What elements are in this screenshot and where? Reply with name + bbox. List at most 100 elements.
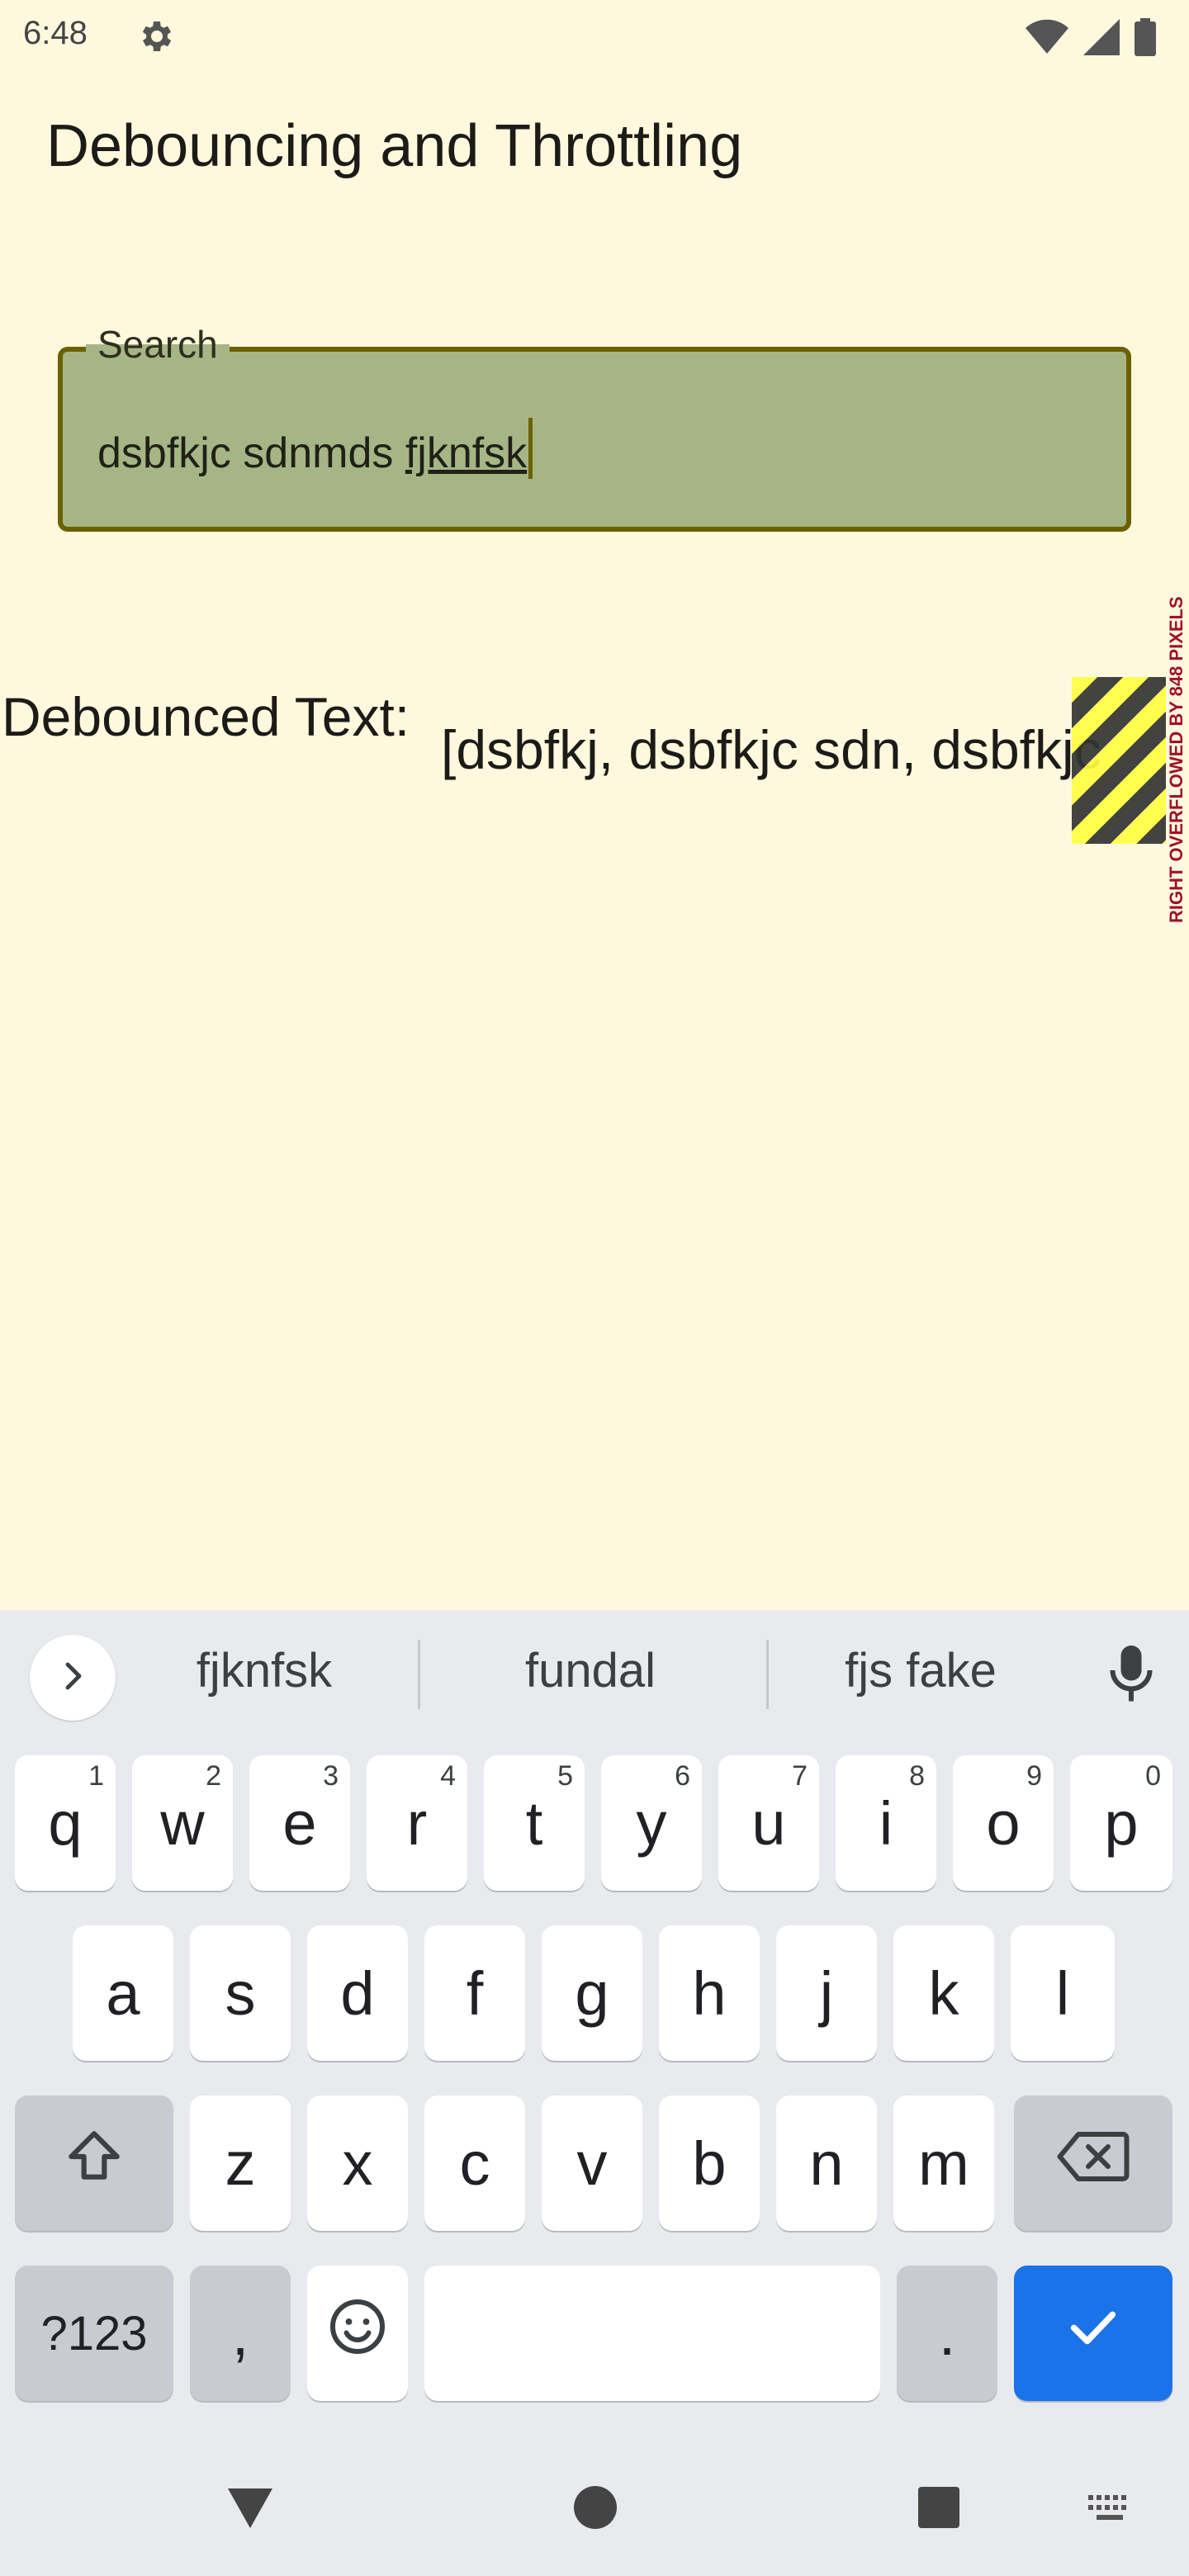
- shift-key[interactable]: [15, 2095, 173, 2231]
- key-w[interactable]: w2: [132, 1755, 233, 1891]
- overflow-warning-text: RIGHT OVERFLOWED BY 848 PIXELS: [1166, 596, 1187, 923]
- search-label: Search: [86, 322, 230, 367]
- key-hint: 0: [1145, 1760, 1161, 1792]
- status-icons: [1026, 18, 1156, 60]
- period-key[interactable]: .: [897, 2266, 997, 2401]
- key-hint: 7: [792, 1760, 808, 1792]
- suggestion-2[interactable]: fundal: [479, 1643, 702, 1698]
- key-label: d: [340, 1958, 375, 2028]
- key-label: v: [576, 2129, 608, 2198]
- expand-suggestions-button[interactable]: [30, 1635, 116, 1721]
- search-input[interactable]: Search dsbfkjc sdnmds fjknfsk: [58, 322, 1131, 532]
- key-r[interactable]: r4: [367, 1755, 467, 1891]
- gear-icon: [135, 17, 175, 56]
- suggestion-3[interactable]: fjs fake: [809, 1643, 1032, 1698]
- key-label: f: [466, 1958, 484, 2028]
- key-label: n: [809, 2129, 844, 2198]
- space-bar[interactable]: [424, 2266, 880, 2401]
- back-icon[interactable]: [225, 2485, 276, 2536]
- key-o[interactable]: o9: [953, 1755, 1054, 1891]
- text-caret: [528, 418, 533, 479]
- key-label: w: [160, 1788, 205, 1858]
- chevron-right-icon: [56, 1660, 89, 1697]
- key-u[interactable]: u7: [718, 1755, 819, 1891]
- key-label: i: [879, 1788, 893, 1858]
- status-bar: 6:48: [0, 0, 1189, 74]
- key-label: s: [225, 1958, 256, 2028]
- key-j[interactable]: j: [776, 1925, 877, 2061]
- key-label: x: [342, 2129, 373, 2198]
- key-hint: 6: [675, 1760, 690, 1792]
- key-label: m: [918, 2129, 969, 2198]
- key-l[interactable]: l: [1011, 1925, 1115, 2061]
- key-n[interactable]: n: [776, 2095, 877, 2231]
- debounced-label: Debounced Text:: [2, 686, 410, 747]
- key-label: q: [48, 1788, 83, 1858]
- symbols-key[interactable]: ?123: [15, 2266, 173, 2401]
- key-label: l: [1055, 1958, 1070, 2028]
- cell-signal-icon: [1083, 19, 1120, 59]
- key-z[interactable]: z: [190, 2095, 291, 2231]
- key-label: p: [1104, 1788, 1139, 1858]
- search-input-text[interactable]: dsbfkjc sdnmds fjknfsk: [97, 418, 533, 479]
- key-c[interactable]: c: [424, 2095, 525, 2231]
- key-hint: 5: [557, 1760, 573, 1792]
- key-hint: 2: [206, 1760, 221, 1792]
- key-b[interactable]: b: [659, 2095, 760, 2231]
- key-q[interactable]: q1: [15, 1755, 116, 1891]
- key-k[interactable]: k: [893, 1925, 994, 2061]
- key-hint: 9: [1026, 1760, 1042, 1792]
- key-g[interactable]: g: [542, 1925, 642, 2061]
- key-e[interactable]: e3: [249, 1755, 350, 1891]
- key-s[interactable]: s: [190, 1925, 291, 2061]
- key-h[interactable]: h: [659, 1925, 760, 2061]
- key-label: e: [282, 1788, 317, 1858]
- done-key[interactable]: [1014, 2266, 1172, 2401]
- key-label: z: [225, 2129, 256, 2198]
- key-label: t: [525, 1788, 543, 1858]
- suggestion-1[interactable]: fjknfsk: [157, 1643, 372, 1698]
- key-m[interactable]: m: [893, 2095, 994, 2231]
- screen: 6:48 Debouncing and Throttling Search ds…: [0, 0, 1189, 2576]
- soft-keyboard: fjknfsk fundal fjs fake q1 w2 e3 r4 t5 y…: [0, 1610, 1189, 2576]
- key-label: g: [575, 1958, 609, 2028]
- suggestion-divider: [418, 1640, 420, 1709]
- recents-icon[interactable]: [917, 2485, 961, 2534]
- key-label: j: [819, 1958, 834, 2028]
- navigation-bar: [0, 2452, 1189, 2576]
- microphone-icon[interactable]: [1106, 1643, 1156, 1710]
- keyboard-switch-icon[interactable]: [1087, 2493, 1133, 2527]
- key-hint: 3: [323, 1760, 339, 1792]
- emoji-key[interactable]: [307, 2266, 408, 2401]
- key-a[interactable]: a: [73, 1925, 173, 2061]
- key-label: ,: [231, 2299, 249, 2368]
- backspace-key[interactable]: [1014, 2095, 1172, 2231]
- key-t[interactable]: t5: [484, 1755, 585, 1891]
- key-label: ?123: [40, 2306, 148, 2361]
- key-f[interactable]: f: [424, 1925, 525, 2061]
- key-hint: 8: [909, 1760, 925, 1792]
- key-label: u: [751, 1788, 786, 1858]
- checkmark-icon: [1064, 2298, 1122, 2370]
- key-d[interactable]: d: [307, 1925, 408, 2061]
- comma-key[interactable]: ,: [190, 2266, 291, 2401]
- key-label: a: [106, 1958, 140, 2028]
- home-icon[interactable]: [573, 2485, 618, 2534]
- emoji-icon: [328, 2297, 387, 2370]
- key-v[interactable]: v: [542, 2095, 642, 2231]
- key-label: c: [459, 2129, 490, 2198]
- backspace-icon: [1056, 2128, 1130, 2200]
- key-x[interactable]: x: [307, 2095, 408, 2231]
- page-title: Debouncing and Throttling: [46, 113, 743, 179]
- overflow-indicator: [1072, 677, 1166, 844]
- battery-icon: [1135, 18, 1156, 60]
- suggestion-divider: [766, 1640, 769, 1709]
- key-y[interactable]: y6: [601, 1755, 702, 1891]
- key-i[interactable]: i8: [836, 1755, 936, 1891]
- key-label: h: [692, 1958, 727, 2028]
- key-label: b: [692, 2129, 727, 2198]
- key-p[interactable]: p0: [1070, 1755, 1172, 1891]
- status-time: 6:48: [23, 15, 88, 51]
- key-label: r: [406, 1788, 428, 1858]
- key-label: o: [986, 1788, 1021, 1858]
